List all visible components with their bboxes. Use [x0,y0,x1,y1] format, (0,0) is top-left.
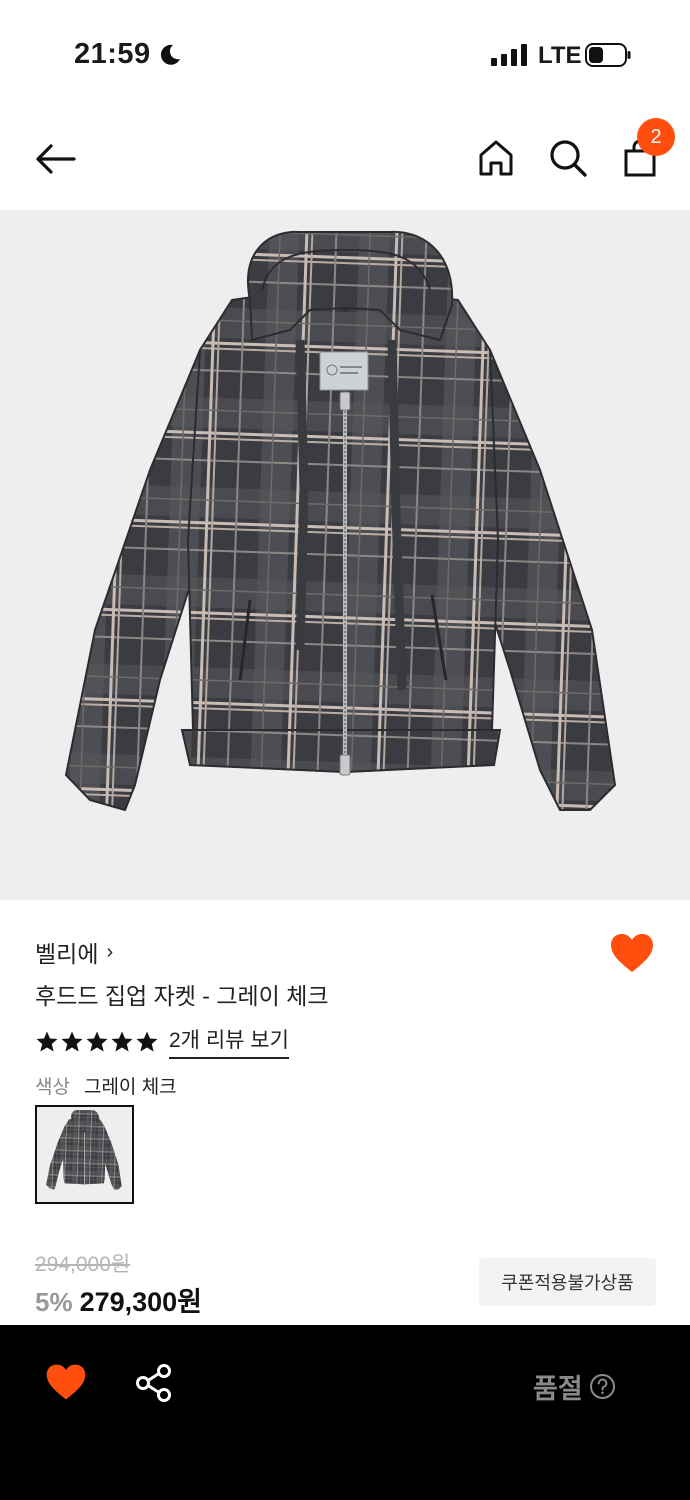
status-time: 21:59 [74,38,183,71]
moon-icon [160,44,180,65]
product-image[interactable] [0,210,690,900]
color-row: 색상 그레이 체크 [35,1072,177,1099]
wishlist-button[interactable] [608,930,656,978]
color-label: 색상 [35,1077,70,1098]
heart-icon [611,934,653,972]
sold-out-status[interactable]: 품절 [533,1367,616,1406]
sold-out-label: 품절 [533,1374,583,1404]
rating-stars [35,1030,159,1054]
search-icon [550,140,587,177]
share-icon [136,1364,171,1402]
color-swatch-gray-check[interactable] [35,1105,134,1204]
review-link[interactable]: 2개 리뷰 보기 [169,1024,289,1059]
share-button[interactable] [134,1363,174,1403]
product-title: 후드드 집업 자켓 - 그레이 체크 [35,983,329,1009]
top-nav [0,110,690,210]
plaid-hooded-zip-jacket [64,230,617,812]
star-icon [136,1031,158,1051]
status-bar: 21:59 LTE [0,0,690,110]
swatch-thumbnail [46,1110,122,1190]
chevron-right-icon: › [106,940,114,963]
home-button[interactable] [474,135,518,181]
cart-count-badge: 2 [637,118,675,156]
sale-price: 279,300원 [79,1287,203,1317]
search-button[interactable] [546,135,590,181]
clock-text: 21:59 [74,38,151,70]
home-icon [479,140,513,176]
brand-link[interactable]: 벨리에 › [35,935,113,969]
battery-icon [585,43,631,67]
like-button[interactable] [44,1361,88,1405]
price-row: 5% 279,300원 [35,1280,202,1319]
back-button[interactable] [30,138,80,180]
coupon-notice: 쿠폰적용불가상품 [479,1258,656,1306]
bottom-action-bar: 품절 [0,1325,690,1500]
signal-icon [491,44,527,66]
back-arrow-icon [36,144,76,174]
heart-icon [46,1364,86,1400]
network-label: LTE [538,42,582,69]
star-icon [61,1031,83,1051]
help-icon [589,1374,615,1399]
rating-row: 2개 리뷰 보기 [35,1024,289,1059]
discount-rate: 5% [35,1287,73,1317]
star-icon [111,1031,133,1051]
color-value: 그레이 체크 [83,1077,177,1098]
brand-name: 벨리에 [35,941,99,967]
original-price: 294,000원 [35,1253,131,1276]
star-icon [36,1031,58,1051]
star-icon [86,1031,108,1051]
